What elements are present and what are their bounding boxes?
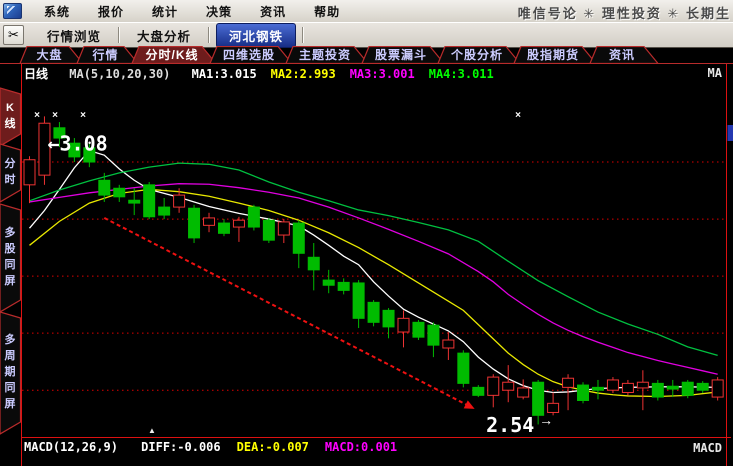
- macd-corner-label: MACD: [693, 441, 722, 455]
- svg-text:资讯: 资讯: [609, 47, 635, 62]
- ma-value-3: MA3:3.001: [350, 67, 415, 81]
- tab-股票漏斗[interactable]: 股票漏斗: [362, 47, 444, 64]
- menu-4[interactable]: 资讯: [246, 3, 300, 20]
- svg-text:股指期货: 股指期货: [527, 47, 579, 62]
- tab-行情[interactable]: 行情: [77, 47, 138, 64]
- tool-buttons: 行情浏览大盘分析河北钢铁: [30, 23, 304, 48]
- svg-text:行情: 行情: [91, 47, 118, 62]
- toolbar-separator: [302, 27, 304, 43]
- svg-text:×: ×: [34, 110, 40, 121]
- tool-bar: ✂ 行情浏览大盘分析河北钢铁: [0, 22, 733, 48]
- svg-text:股: 股: [5, 242, 17, 255]
- trendline: [104, 218, 474, 409]
- svg-text:分时/K线: 分时/K线: [145, 47, 198, 62]
- svg-text:→: →: [539, 412, 553, 428]
- toolbar-separator: [208, 27, 210, 43]
- svg-text:多: 多: [5, 332, 16, 346]
- svg-text:2.54: 2.54: [486, 413, 534, 437]
- menu-0[interactable]: 系统: [30, 3, 84, 20]
- candles: [24, 116, 723, 424]
- menu-3[interactable]: 决策: [192, 3, 246, 20]
- svg-text:×: ×: [515, 110, 521, 121]
- svg-text:同: 同: [5, 258, 16, 271]
- sidebar-tab-分时[interactable]: 分时: [0, 144, 21, 202]
- toolbar-button-0[interactable]: 行情浏览: [30, 24, 118, 47]
- menu-5[interactable]: 帮助: [300, 3, 354, 20]
- scrollbar-thumb[interactable]: [728, 125, 733, 141]
- app-icon: [3, 3, 22, 19]
- tab-分时/K线[interactable]: 分时/K线: [132, 47, 216, 64]
- menu-1[interactable]: 报价: [84, 3, 138, 20]
- svg-text:▲: ▲: [148, 426, 156, 435]
- sidebar-tabs: K线分时多股同屏多周期同屏: [0, 88, 21, 434]
- ma-value-2: MA2:2.993: [271, 67, 336, 81]
- svg-text:屏: 屏: [5, 397, 16, 410]
- indicator-bar: 日线 MA(5,10,20,30) MA1:3.015 MA2:2.993 MA3:…: [24, 65, 724, 81]
- svg-text:线: 线: [5, 116, 16, 130]
- tab-个股分析[interactable]: 个股分析: [438, 47, 520, 64]
- sidebar-tab-多股同屏[interactable]: 多股同屏: [0, 204, 21, 312]
- ma-line-MA10: [30, 189, 718, 396]
- svg-text:个股分析: 个股分析: [450, 47, 503, 62]
- macd-values: DIFF:-0.006 DEA:-0.007 MACD:0.001: [141, 440, 413, 454]
- svg-text:×: ×: [80, 110, 86, 121]
- svg-text:同: 同: [5, 381, 16, 394]
- svg-text:股票漏斗: 股票漏斗: [375, 47, 427, 62]
- svg-text:K: K: [6, 102, 14, 114]
- menu-2[interactable]: 统计: [138, 3, 192, 20]
- scissors-icon[interactable]: ✂: [3, 25, 24, 45]
- module-tabstrip: 大盘 行情 分时/K线 四维选股 主题投资 股票漏斗 个股分析 股指期货 资讯: [0, 46, 733, 64]
- macd-value-2: MACD:0.001: [325, 440, 397, 454]
- tab-股指期货[interactable]: 股指期货: [514, 47, 596, 64]
- svg-text:周: 周: [5, 349, 16, 362]
- toolbar-button-1[interactable]: 大盘分析: [120, 24, 208, 47]
- svg-text:四维选股: 四维选股: [223, 47, 275, 62]
- ma-lines: [30, 151, 718, 397]
- kline-chart[interactable]: K线分时多股同屏多周期同屏←3.082.54→××××▲: [0, 64, 733, 466]
- ma-value-4: MA4:3.011: [429, 67, 494, 81]
- menu-bar: 系统报价统计决策资讯帮助 唯信号论 ✳ 理性投资 ✳ 长期生: [0, 0, 733, 23]
- macd-value-1: DEA:-0.007: [237, 440, 309, 454]
- svg-text:多: 多: [5, 225, 16, 239]
- macd-formula-label[interactable]: MACD(12,26,9): [24, 440, 118, 454]
- ma-formula-label: MA(5,10,20,30): [69, 67, 170, 81]
- slogan-text: 唯信号论 ✳ 理性投资 ✳ 长期生: [518, 3, 731, 22]
- sidebar-tab-多周期同屏[interactable]: 多周期同屏: [0, 312, 21, 434]
- app-window: 系统报价统计决策资讯帮助 唯信号论 ✳ 理性投资 ✳ 长期生 ✂ 行情浏览大盘分…: [0, 0, 733, 466]
- panel-borders: [22, 64, 732, 466]
- ma-corner-label: MA: [708, 66, 722, 80]
- svg-text:×: ×: [52, 110, 58, 121]
- svg-text:时: 时: [5, 172, 16, 186]
- svg-text:←3.08: ←3.08: [47, 131, 107, 155]
- tab-大盘[interactable]: 大盘: [20, 47, 83, 64]
- macd-bar: MACD(12,26,9) DIFF:-0.006 DEA:-0.007 MACD:…: [24, 440, 724, 456]
- svg-text:屏: 屏: [5, 274, 16, 287]
- toolbar-button-2[interactable]: 河北钢铁: [216, 23, 296, 48]
- svg-text:期: 期: [5, 364, 16, 378]
- tab-资讯[interactable]: 资讯: [590, 47, 658, 64]
- menu-items: 系统报价统计决策资讯帮助: [30, 3, 354, 20]
- svg-text:分: 分: [5, 156, 16, 170]
- ma-values: MA1:3.015 MA2:2.993 MA3:3.001 MA4:3.011: [192, 67, 508, 81]
- svg-text:主题投资: 主题投资: [299, 47, 351, 62]
- period-label[interactable]: 日线: [24, 67, 48, 81]
- ma-value-1: MA1:3.015: [192, 67, 257, 81]
- tab-主题投资[interactable]: 主题投资: [286, 47, 368, 64]
- macd-value-0: DIFF:-0.006: [141, 440, 220, 454]
- sidebar-tab-K线[interactable]: K线: [0, 88, 21, 146]
- tab-四维选股[interactable]: 四维选股: [210, 47, 292, 64]
- svg-text:大盘: 大盘: [36, 47, 62, 62]
